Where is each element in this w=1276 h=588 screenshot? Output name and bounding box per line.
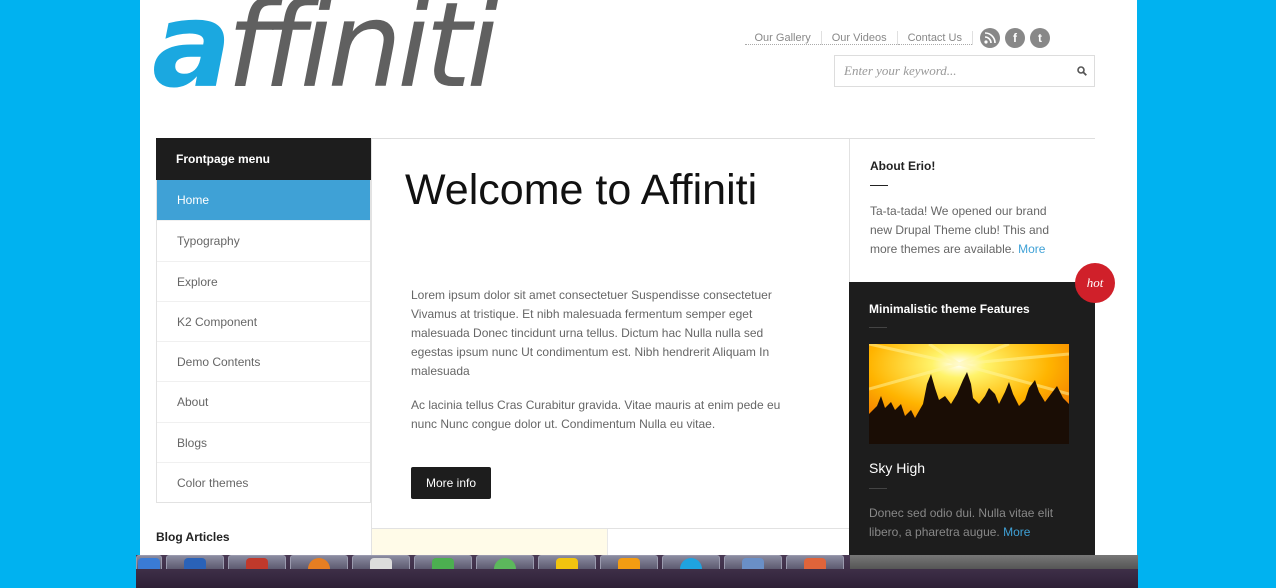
title-rule xyxy=(869,327,887,328)
features-box: Minimalistic theme Features Sky High Don… xyxy=(849,282,1095,555)
frontpage-menu-title: Frontpage menu xyxy=(156,138,371,180)
top-links: Our Gallery Our Videos Contact Us f t xyxy=(744,28,1050,48)
menu-item-home[interactable]: Home xyxy=(157,180,370,221)
title-rule xyxy=(870,185,888,186)
taskbar-app-button[interactable] xyxy=(724,555,782,569)
menu-item-explore[interactable]: Explore xyxy=(157,260,370,301)
search-icon[interactable] xyxy=(1070,56,1094,86)
right-divider xyxy=(849,139,850,284)
menu-item-color-themes[interactable]: Color themes xyxy=(157,462,370,502)
frontpage-menu: Home Typography Explore K2 Component Dem… xyxy=(156,180,371,504)
intro-text: Lorem ipsum dolor sit amet consectetuer … xyxy=(411,286,803,449)
content-panel xyxy=(372,529,608,555)
feature-item-title[interactable]: Sky High xyxy=(869,460,925,476)
blog-articles-title: Blog Articles xyxy=(156,530,230,544)
main-divider xyxy=(371,139,372,555)
page: affiniti Our Gallery Our Videos Contact … xyxy=(140,0,1137,555)
taskbar-app-button[interactable] xyxy=(228,555,286,569)
logo-text: ffiniti xyxy=(226,0,499,114)
taskbar-app-button[interactable] xyxy=(414,555,472,569)
search-input[interactable] xyxy=(835,56,1070,86)
taskbar-tray xyxy=(850,555,1138,569)
title-rule xyxy=(869,488,887,489)
more-info-button[interactable]: More info xyxy=(411,467,491,499)
twitter-icon[interactable]: t xyxy=(1030,28,1050,48)
about-title: About Erio! xyxy=(870,159,936,173)
link-our-videos[interactable]: Our Videos xyxy=(821,32,897,45)
taskbar-app-button[interactable] xyxy=(136,555,162,569)
link-contact-us[interactable]: Contact Us xyxy=(897,32,972,45)
taskbar-app-button[interactable] xyxy=(352,555,410,569)
firefox-icon[interactable] xyxy=(290,555,348,569)
feature-text: Donec sed odio dui. Nulla vitae elit lib… xyxy=(869,504,1069,542)
concert-crowd-image[interactable] xyxy=(869,344,1069,444)
social-icons: f t xyxy=(975,28,1050,48)
features-title: Minimalistic theme Features xyxy=(869,302,1030,316)
feature-more-link[interactable]: More xyxy=(1003,525,1030,539)
taskbar-app-button[interactable] xyxy=(166,555,224,569)
menu-item-k2-component[interactable]: K2 Component xyxy=(157,300,370,341)
taskbar-app-button[interactable] xyxy=(786,555,844,569)
logo-accent-letter: a xyxy=(152,0,232,114)
hot-badge: hot xyxy=(1075,263,1115,303)
intro-paragraph-1: Lorem ipsum dolor sit amet consectetuer … xyxy=(411,288,772,378)
taskbar-app-button[interactable] xyxy=(538,555,596,569)
about-more-link[interactable]: More xyxy=(1018,242,1045,256)
taskbar-app-button[interactable] xyxy=(476,555,534,569)
menu-item-typography[interactable]: Typography xyxy=(157,220,370,260)
rss-icon[interactable] xyxy=(980,28,1000,48)
intro-paragraph-2: Ac lacinia tellus Cras Curabitur gravida… xyxy=(411,398,781,431)
skype-icon[interactable] xyxy=(662,555,720,569)
taskbar xyxy=(136,555,1138,588)
divider xyxy=(972,31,973,45)
menu-item-about[interactable]: About xyxy=(157,381,370,421)
menu-item-demo-contents[interactable]: Demo Contents xyxy=(157,341,370,381)
menu-item-blogs[interactable]: Blogs xyxy=(157,421,370,462)
facebook-icon[interactable]: f xyxy=(1005,28,1025,48)
about-text: Ta-ta-tada! We opened our brand new Drup… xyxy=(870,202,1070,259)
search-box xyxy=(834,55,1095,87)
link-our-gallery[interactable]: Our Gallery xyxy=(744,32,821,45)
page-title: Welcome to Affiniti xyxy=(405,166,758,214)
taskbar-app-button[interactable] xyxy=(600,555,658,569)
site-logo[interactable]: affiniti xyxy=(152,0,499,104)
